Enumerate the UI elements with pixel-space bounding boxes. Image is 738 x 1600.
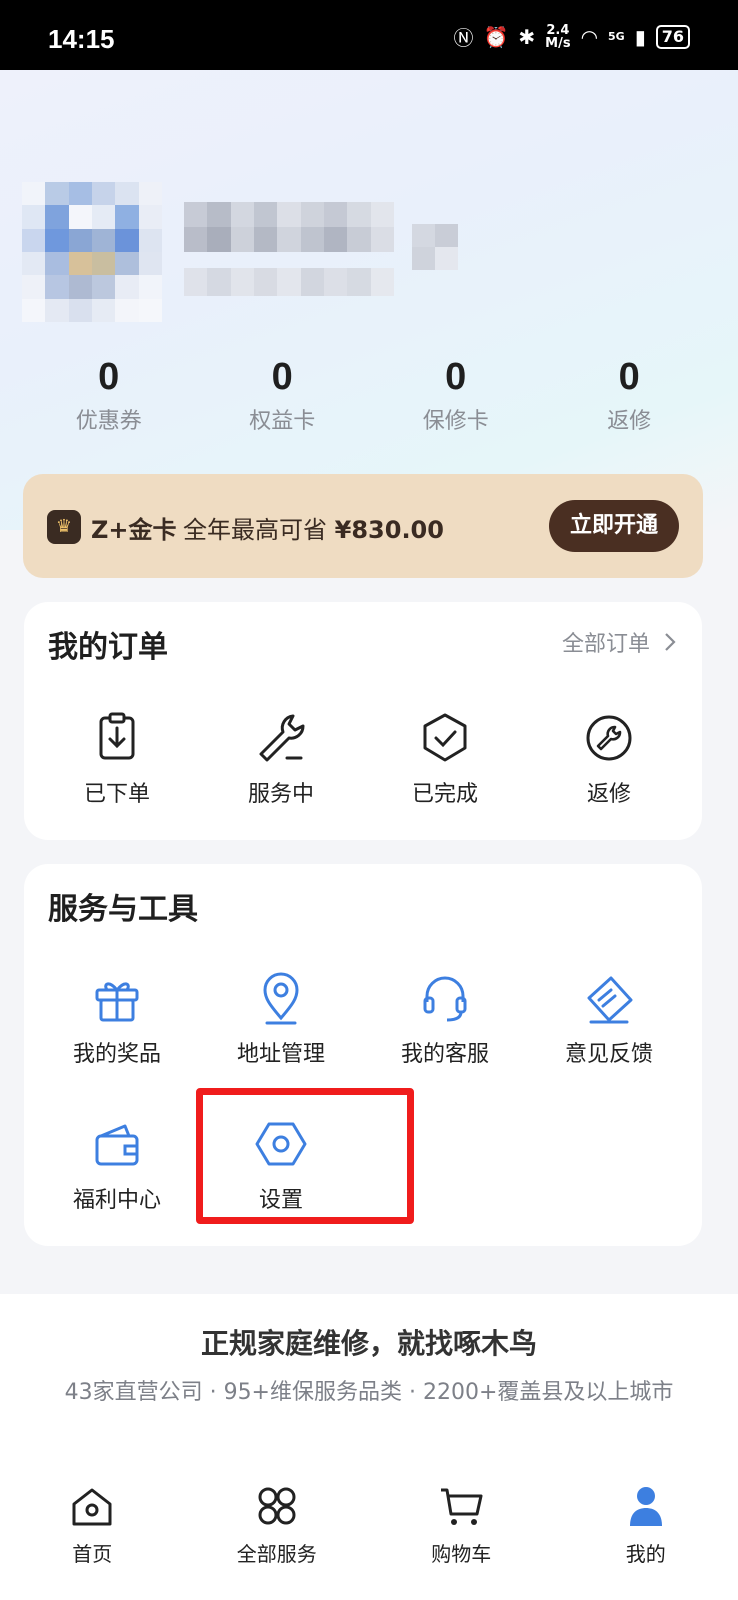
stat-benefit-cards[interactable]: 0 权益卡 <box>202 355 362 435</box>
tool-label: 福利中心 <box>72 1188 161 1213</box>
cart-icon <box>441 1488 483 1525</box>
order-repair[interactable]: 返修 <box>534 710 684 808</box>
stat-coupons[interactable]: 0 优惠券 <box>29 355 189 435</box>
tab-profile[interactable]: 我的 <box>554 1470 738 1600</box>
tab-label: 购物车 <box>431 1542 492 1566</box>
tab-all-services[interactable]: 全部服务 <box>185 1470 370 1600</box>
signal-icon: ▮ <box>634 24 646 49</box>
status-time: 14:15 <box>48 24 115 54</box>
stat-value: 0 <box>271 356 293 398</box>
profile-icon <box>629 1487 662 1526</box>
net-speed-unit: M/s <box>545 35 571 51</box>
tool-label: 我的奖品 <box>72 1042 161 1067</box>
tool-address-management[interactable]: 地址管理 <box>206 970 356 1068</box>
promo-slogan: 正规家庭维修，就找啄木鸟 <box>200 1327 537 1360</box>
grid-services-icon <box>258 1487 296 1525</box>
shield-check-icon <box>423 713 467 762</box>
tool-label: 意见反馈 <box>564 1042 653 1067</box>
home-icon <box>72 1488 112 1526</box>
tool-label: 地址管理 <box>236 1042 325 1067</box>
avatar[interactable] <box>22 182 162 322</box>
wrench-icon <box>259 714 305 762</box>
repair-circle-icon <box>586 715 632 761</box>
order-placed[interactable]: 已下单 <box>42 710 192 808</box>
stat-value: 0 <box>618 356 640 398</box>
tool-label: 我的客服 <box>400 1042 489 1067</box>
order-completed[interactable]: 已完成 <box>370 710 520 808</box>
battery-indicator: 76 <box>655 24 690 49</box>
status-bar: 14:15 Ⓝ ⏰ ✱ 2.4 M/s ◠ 5G ▮ 76 <box>0 0 738 70</box>
activate-now-button[interactable]: 立即开通 <box>549 500 679 552</box>
gold-card-amount: ¥830.00 <box>334 516 444 544</box>
tab-label: 我的 <box>625 1542 666 1566</box>
user-subtitle-blurred <box>184 268 394 296</box>
tools-title: 服务与工具 <box>48 892 198 927</box>
stat-label: 返修 <box>607 409 652 434</box>
alarm-icon: ⏰ <box>483 24 509 49</box>
order-in-service[interactable]: 服务中 <box>206 710 356 808</box>
gold-card-desc-prefix: 全年最高可省 <box>183 516 327 544</box>
gift-icon <box>95 982 139 1022</box>
orders-card: 我的订单 全部订单 已下单 服务中 已完成 返修 <box>24 602 702 840</box>
order-placed-label: 已下单 <box>83 782 150 807</box>
clipboard-download-icon <box>99 712 135 760</box>
promo-sub: 43家直营公司 · 95+维保服务品类 · 2200+覆盖县及以上城市 <box>64 1380 674 1405</box>
orders-title: 我的订单 <box>48 630 168 665</box>
gold-card-desc: 全年最高可省 ¥830.00 <box>183 510 444 545</box>
tab-label: 全部服务 <box>236 1542 317 1566</box>
profile-header[interactable] <box>22 182 722 342</box>
stats-row: 0 优惠券 0 权益卡 0 保修卡 0 返修 <box>22 355 716 435</box>
bluetooth-icon: ✱ <box>518 24 536 49</box>
settings-highlight-box <box>196 1088 414 1224</box>
tool-welfare-center[interactable]: 福利中心 <box>42 1116 192 1214</box>
stat-label: 保修卡 <box>422 409 489 434</box>
tab-home[interactable]: 首页 <box>0 1470 185 1600</box>
order-completed-label: 已完成 <box>411 782 478 807</box>
order-in-service-label: 服务中 <box>247 782 314 807</box>
user-tag-blurred <box>412 224 458 270</box>
feedback-icon <box>587 976 633 1024</box>
stat-warranty-cards[interactable]: 0 保修卡 <box>376 355 536 435</box>
headset-icon <box>423 976 467 1022</box>
all-orders-link[interactable]: 全部订单 <box>562 626 676 658</box>
location-pin-icon <box>263 972 299 1025</box>
tool-customer-service[interactable]: 我的客服 <box>370 970 520 1068</box>
status-icons: Ⓝ ⏰ ✱ 2.4 M/s ◠ 5G ▮ 76 <box>453 22 690 51</box>
username-blurred <box>184 202 394 252</box>
net-speed: 2.4 M/s <box>545 24 570 50</box>
tab-label: 首页 <box>72 1542 113 1566</box>
stat-value: 0 <box>98 356 120 398</box>
wifi-icon: ◠ <box>580 24 599 49</box>
gold-card-title: Z+金卡 <box>91 516 177 544</box>
tab-cart[interactable]: 购物车 <box>369 1470 554 1600</box>
crown-icon: ♛ <box>47 510 81 544</box>
nfc-icon: Ⓝ <box>453 26 474 50</box>
tool-my-prizes[interactable]: 我的奖品 <box>42 970 192 1068</box>
stat-label: 优惠券 <box>75 409 142 434</box>
all-orders-label: 全部订单 <box>561 632 650 657</box>
stat-label: 权益卡 <box>249 409 316 434</box>
stat-repairs[interactable]: 0 返修 <box>549 355 709 435</box>
signal-label: 5G <box>608 30 625 43</box>
wallet-icon <box>95 1124 139 1166</box>
gold-card-banner[interactable]: ♛ Z+金卡 全年最高可省 ¥830.00 立即开通 <box>23 474 703 578</box>
bottom-tab-bar: 首页 全部服务 购物车 我的 <box>0 1470 738 1600</box>
chevron-right-icon <box>665 633 676 651</box>
stat-value: 0 <box>445 356 467 398</box>
order-repair-label: 返修 <box>586 782 631 807</box>
tool-feedback[interactable]: 意见反馈 <box>534 970 684 1068</box>
